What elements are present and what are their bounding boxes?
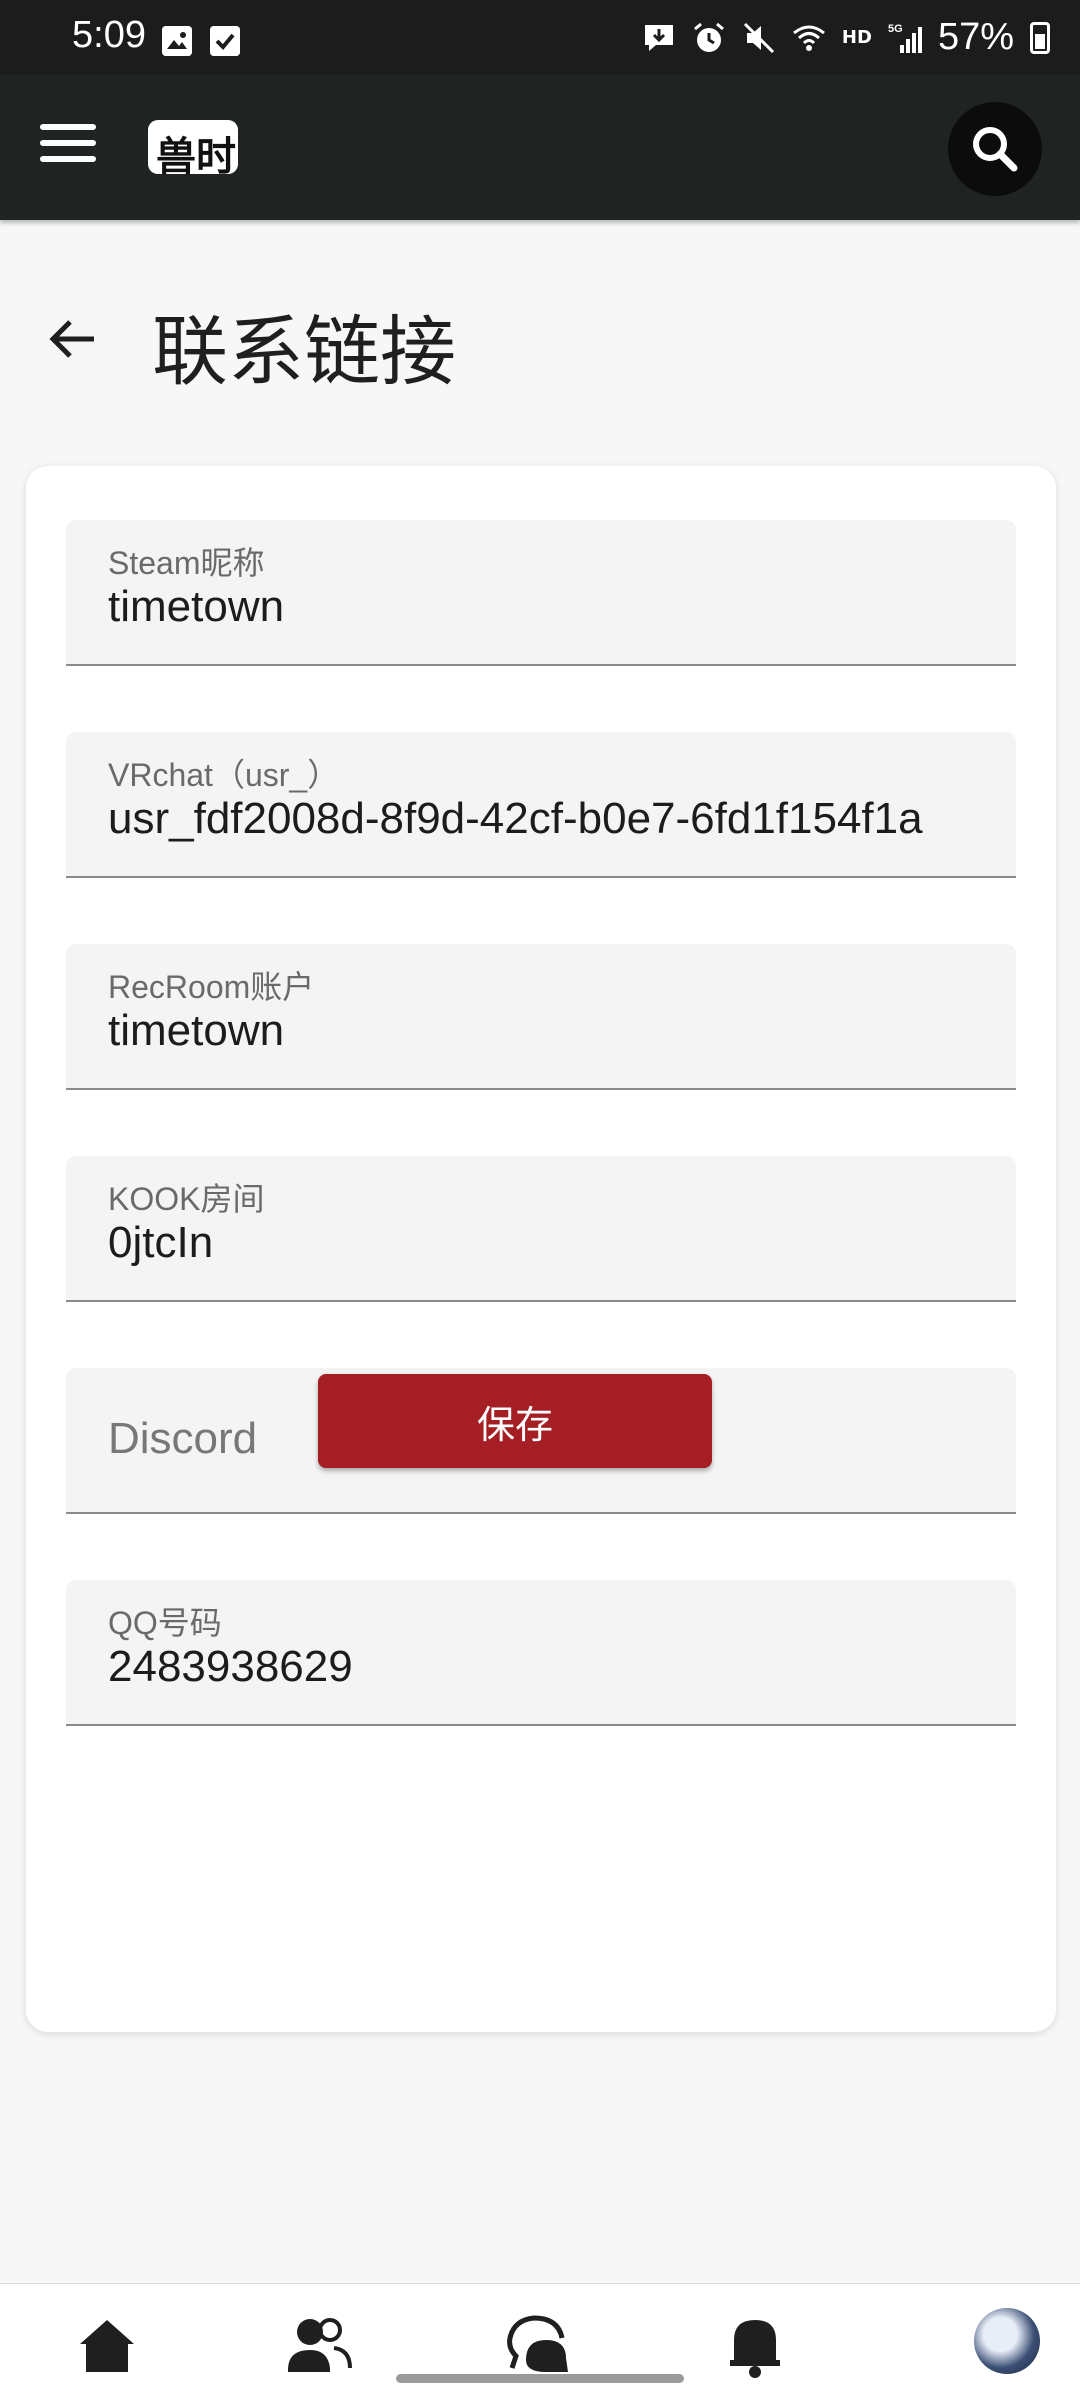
kook-room-field[interactable]: KOOK房间 0jtcIn: [66, 1156, 1016, 1302]
field-value: usr_fdf2008d-8f9d-42cf-b0e7-6fd1f154f1a: [108, 794, 923, 843]
message-download-icon: [644, 24, 673, 51]
menu-button[interactable]: [40, 124, 96, 170]
field-value: timetown: [108, 582, 285, 631]
friends-icon: [288, 2318, 352, 2372]
nav-notifications[interactable]: [720, 2310, 790, 2380]
profile-avatar[interactable]: [974, 2308, 1040, 2374]
home-icon: [80, 2320, 134, 2372]
qq-number-field[interactable]: QQ号码 2483938629: [66, 1580, 1016, 1726]
status-notification-icons: [162, 26, 240, 56]
search-button[interactable]: [948, 102, 1042, 196]
field-label: QQ号码: [108, 1605, 222, 1641]
battery-icon: [1030, 21, 1050, 54]
steam-nickname-field[interactable]: Steam昵称 timetown: [66, 520, 1016, 666]
wifi-icon: [792, 25, 825, 51]
contact-links-card: Steam昵称 timetown VRchat（usr_） usr_fdf200…: [26, 466, 1056, 2032]
mute-icon: [743, 22, 774, 53]
notifications-icon: [730, 2320, 780, 2378]
app-logo-text: 兽时: [156, 134, 236, 180]
page-title: 联系链接: [152, 307, 456, 396]
nav-chat[interactable]: [502, 2310, 572, 2380]
field-label: RecRoom账户: [108, 969, 315, 1005]
field-value: 0jtcIn: [108, 1218, 214, 1267]
alarm-icon: [693, 22, 724, 52]
home-indicator[interactable]: [396, 2374, 684, 2383]
field-label: KOOK房间: [108, 1181, 265, 1217]
battery-percent: 57%: [937, 16, 1014, 58]
vrchat-id-field[interactable]: VRchat（usr_） usr_fdf2008d-8f9d-42cf-b0e7…: [66, 732, 1016, 878]
nav-friends[interactable]: [284, 2310, 354, 2380]
app-bar: 兽时: [0, 74, 1080, 220]
field-label: Steam昵称: [108, 545, 265, 581]
back-button[interactable]: [46, 312, 100, 366]
chat-icon: [507, 2315, 568, 2372]
bottom-nav: [0, 2283, 1080, 2401]
arrow-left-icon: [49, 320, 94, 358]
status-time: 5:09: [72, 14, 146, 56]
search-icon: [973, 127, 1018, 172]
field-label: VRchat（usr_）: [108, 757, 340, 793]
hd-label: HD: [841, 27, 872, 48]
field-placeholder: Discord: [108, 1414, 258, 1463]
status-bar: 5:09 HD 5G 57%: [0, 0, 1080, 74]
field-value: 2483938629: [108, 1642, 353, 1691]
checkbox-icon: [210, 26, 240, 56]
recroom-account-field[interactable]: RecRoom账户 timetown: [66, 944, 1016, 1090]
svg-text:5G: 5G: [888, 23, 903, 35]
status-system-icons: HD 5G 57%: [642, 16, 1050, 59]
save-button[interactable]: 保存: [318, 1374, 712, 1468]
field-value: timetown: [108, 1006, 285, 1055]
hamburger-menu-icon: [40, 124, 96, 130]
nav-home[interactable]: [72, 2310, 142, 2380]
gallery-icon: [162, 26, 192, 56]
signal-icon: 5G: [888, 23, 922, 53]
